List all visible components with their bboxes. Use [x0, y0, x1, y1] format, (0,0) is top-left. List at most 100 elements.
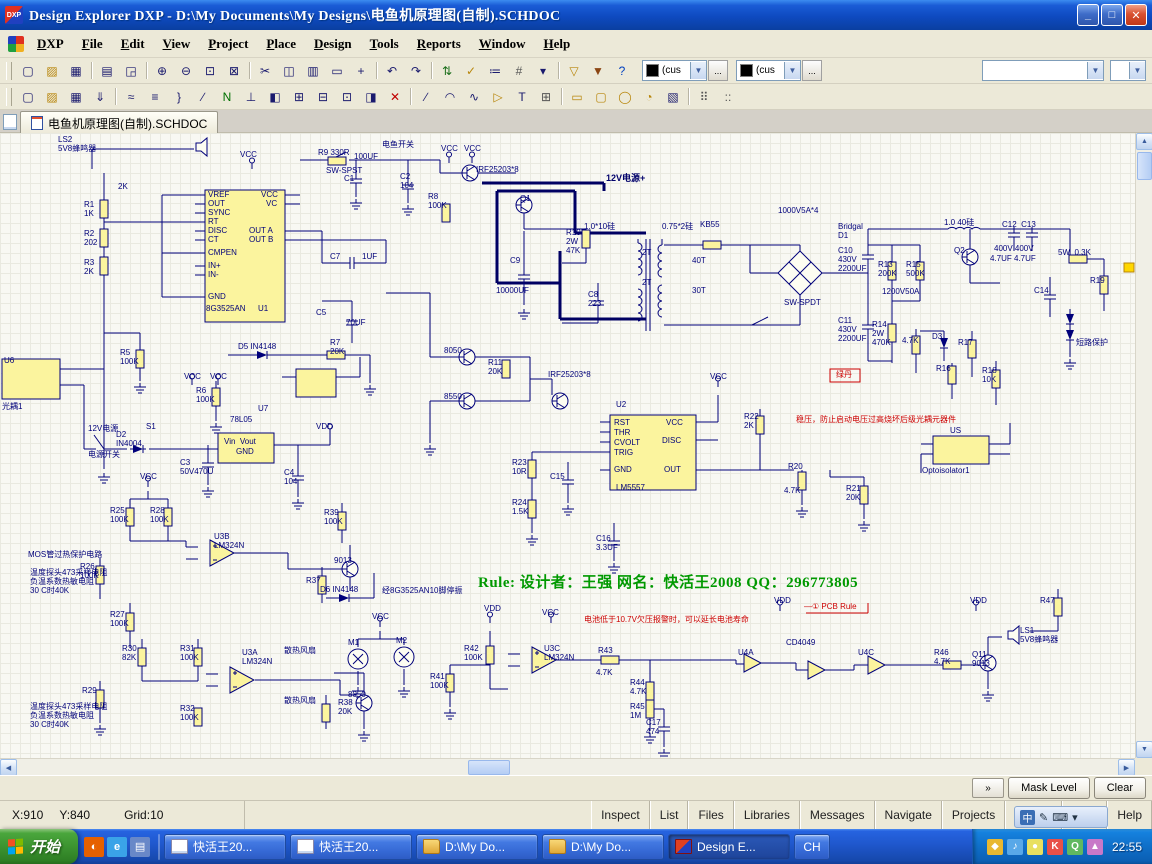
scroll-up-icon[interactable]: ▲ — [1136, 133, 1152, 150]
clear-filter-icon[interactable]: ▼ — [586, 59, 610, 82]
place-bezier-icon[interactable]: ∿ — [462, 85, 486, 108]
place-bus-icon[interactable]: ≡ — [143, 85, 167, 108]
tab-schematic-document[interactable]: 电鱼机原理图(自制).SCHDOC — [20, 111, 218, 134]
tray-icon-6[interactable]: ▲ — [1087, 839, 1103, 855]
scroll-right-icon[interactable]: ▶ — [1118, 759, 1135, 776]
place-part-icon[interactable]: ◧ — [263, 85, 287, 108]
taskbar-button[interactable]: 快活王20... — [290, 834, 412, 860]
place-rectangle-icon[interactable]: ▭ — [565, 85, 589, 108]
place-device-sheet-icon[interactable]: ⊡ — [335, 85, 359, 108]
chevron-down-icon[interactable]: ▼ — [784, 62, 800, 79]
copy-icon[interactable]: ◫ — [277, 59, 301, 82]
clear-button[interactable]: Clear — [1094, 777, 1146, 799]
panel-button-files[interactable]: Files — [688, 801, 733, 829]
place-net-label-icon[interactable]: N — [215, 85, 239, 108]
quick-launch-internet-explorer-icon[interactable]: e — [107, 837, 127, 857]
list-icon[interactable]: ≔ — [483, 59, 507, 82]
place-arc-icon[interactable]: ◠ — [438, 85, 462, 108]
menu-item-help[interactable]: Help — [535, 32, 580, 56]
place-signal-harness-icon[interactable]: } — [167, 85, 191, 108]
move-icon[interactable]: + — [349, 59, 373, 82]
schematic-canvas[interactable]: LS2 5V8蜂鸣器R9 330R100UF电鱼开关SW-SPSTC1C2 10… — [0, 133, 1135, 758]
sort-icon[interactable]: ⇅ — [435, 59, 459, 82]
place-harness-connector-icon[interactable]: ◨ — [359, 85, 383, 108]
filter-icon[interactable]: ▽ — [562, 59, 586, 82]
tray-icon-3[interactable]: ● — [1027, 839, 1043, 855]
place-bus-entry-icon[interactable]: ∕ — [191, 85, 215, 108]
start-button[interactable]: 开始 — [0, 829, 78, 864]
place-sheet-entry-icon[interactable]: ⊟ — [311, 85, 335, 108]
tray-icon-4[interactable]: K — [1047, 839, 1063, 855]
place-sheet-symbol-icon[interactable]: ⊞ — [287, 85, 311, 108]
place-text-icon[interactable]: T — [510, 85, 534, 108]
open-project-icon[interactable]: ▨ — [40, 85, 64, 108]
undo-icon[interactable]: ↶ — [380, 59, 404, 82]
import-icon[interactable]: ⇓ — [88, 85, 112, 108]
select-icon[interactable]: ▭ — [325, 59, 349, 82]
taskbar-button[interactable]: CH — [794, 834, 830, 860]
dxp-menu-icon[interactable] — [8, 36, 24, 52]
fill-color-more-button[interactable]: ... — [802, 60, 822, 81]
save-document-icon[interactable]: ▦ — [64, 59, 88, 82]
taskbar-button[interactable]: Design E... — [668, 834, 790, 860]
scroll-left-icon[interactable]: ◀ — [0, 759, 17, 776]
taskbar-button[interactable]: D:\My Do... — [416, 834, 538, 860]
wire-color-combo[interactable]: (cus ▼ — [642, 60, 707, 81]
new-document-icon[interactable]: ▢ — [16, 59, 40, 82]
print-icon[interactable]: ▤ — [95, 59, 119, 82]
grid-cycle-icon[interactable]: :: — [716, 85, 740, 108]
panel-expand-button[interactable]: » — [972, 778, 1004, 798]
menu-item-edit[interactable]: Edit — [112, 32, 154, 56]
panel-button-projects[interactable]: Projects — [942, 801, 1005, 829]
mask-level-button[interactable]: Mask Level — [1008, 777, 1090, 799]
panel-button-libraries[interactable]: Libraries — [734, 801, 800, 829]
variant-select[interactable]: ▼ — [982, 60, 1104, 81]
redo-icon[interactable]: ↷ — [404, 59, 428, 82]
zoom-out-icon[interactable]: ⊖ — [174, 59, 198, 82]
place-wire-icon[interactable]: ≈ — [119, 85, 143, 108]
cut-icon[interactable]: ✂ — [253, 59, 277, 82]
place-no-erc-icon[interactable]: ✕ — [383, 85, 407, 108]
taskbar-button[interactable]: 快活王20... — [164, 834, 286, 860]
language-bar[interactable]: 中✎⌨▾ — [1014, 806, 1108, 828]
print-preview-icon[interactable]: ◲ — [119, 59, 143, 82]
menu-item-tools[interactable]: Tools — [361, 32, 408, 56]
panel-button-navigate[interactable]: Navigate — [875, 801, 942, 829]
menu-item-place[interactable]: Place — [257, 32, 305, 56]
chevron-down-icon[interactable]: ▼ — [1087, 62, 1103, 79]
zoom-in-icon[interactable]: ⊕ — [150, 59, 174, 82]
vertical-scroll-thumb[interactable] — [1137, 152, 1152, 180]
quick-launch-show-desktop-icon[interactable]: ▤ — [130, 837, 150, 857]
horizontal-scrollbar[interactable]: ◀ ▶ — [0, 758, 1135, 775]
quick-launch-browser-icon[interactable]: ◐ — [84, 837, 104, 857]
place-image-icon[interactable]: ▧ — [661, 85, 685, 108]
place-table-icon[interactable]: ⊞ — [534, 85, 558, 108]
help-icon[interactable]: ? — [610, 59, 634, 82]
save-all-icon[interactable]: ▦ — [64, 85, 88, 108]
place-power-port-icon[interactable]: ⊥ — [239, 85, 263, 108]
panel-button-messages[interactable]: Messages — [800, 801, 875, 829]
close-button[interactable]: ✕ — [1125, 4, 1147, 26]
keyboard-layout-icon[interactable]: ⌨ — [1052, 811, 1068, 824]
menu-item-design[interactable]: Design — [305, 32, 361, 56]
open-document-icon[interactable]: ▨ — [40, 59, 64, 82]
place-line-icon[interactable]: ∕ — [414, 85, 438, 108]
edit-validate-icon[interactable]: ✓ — [459, 59, 483, 82]
fill-color-combo[interactable]: (cus ▼ — [736, 60, 801, 81]
taskbar-button[interactable]: D:\My Do... — [542, 834, 664, 860]
menu-item-view[interactable]: View — [154, 32, 200, 56]
menu-item-reports[interactable]: Reports — [408, 32, 470, 56]
panel-button-help[interactable]: Help — [1107, 801, 1152, 829]
toolbar-grip[interactable] — [6, 62, 12, 80]
clock[interactable]: 22:55 — [1112, 840, 1142, 854]
zoom-selection-icon[interactable]: ⊠ — [222, 59, 246, 82]
tray-icon-1[interactable]: ◆ — [987, 839, 1003, 855]
dropdown-icon[interactable]: ▾ — [531, 59, 555, 82]
restore-button[interactable]: □ — [1101, 4, 1123, 26]
menu-item-dxp[interactable]: DXP — [28, 32, 73, 56]
horizontal-scroll-thumb[interactable] — [468, 760, 510, 775]
scale-select[interactable]: ▼ — [1110, 60, 1146, 81]
grid-settings-icon[interactable]: # — [507, 59, 531, 82]
language-options-icon[interactable]: ▾ — [1072, 811, 1078, 824]
zoom-area-icon[interactable]: ⊡ — [198, 59, 222, 82]
